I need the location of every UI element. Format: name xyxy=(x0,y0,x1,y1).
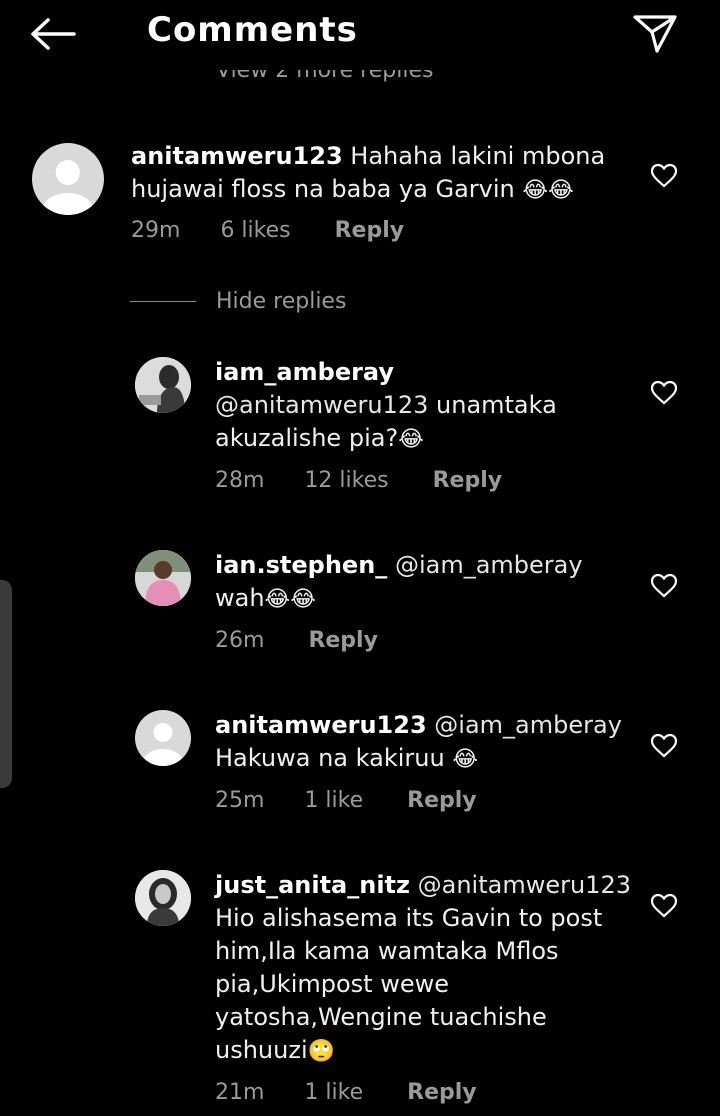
hide-replies-button[interactable]: Hide replies xyxy=(130,286,346,316)
heart-icon[interactable] xyxy=(650,572,678,600)
avatar-image xyxy=(135,550,191,606)
avatar[interactable] xyxy=(135,710,191,766)
divider xyxy=(130,300,196,302)
comment-meta: 29m 6 likes Reply xyxy=(131,218,404,243)
comment-meta: 26m Reply xyxy=(215,628,378,653)
avatar[interactable] xyxy=(135,550,191,606)
heart-icon[interactable] xyxy=(650,379,678,407)
reply-button[interactable]: Reply xyxy=(407,1080,477,1105)
avatar[interactable] xyxy=(32,143,104,215)
view-more-replies-link[interactable]: View 2 more replies xyxy=(216,70,476,92)
comment-text: anitamweru123 Hahaha lakini mbona hujawa… xyxy=(131,140,611,207)
likes-count[interactable]: 12 likes xyxy=(304,468,388,493)
avatar-image xyxy=(135,357,191,413)
header-bar: Comments xyxy=(0,0,720,68)
avatar-image xyxy=(135,870,191,926)
heart-icon[interactable] xyxy=(650,732,678,760)
comment-meta: 21m 1 like Reply xyxy=(215,1080,477,1105)
avatar[interactable] xyxy=(135,870,191,926)
comment-body: Hio alishasema its Gavin to post him,Ila… xyxy=(215,904,603,1064)
comment-username[interactable]: iam_amberay xyxy=(215,356,615,389)
comment-text: anitamweru123 @iam_amberay Hakuwa na kak… xyxy=(215,709,625,776)
comment-text: iam_amberay @anitamweru123 unamtaka akuz… xyxy=(215,356,615,456)
comment-username[interactable]: anitamweru123 xyxy=(215,711,427,739)
edge-panel-handle[interactable] xyxy=(0,580,12,788)
comment-text: just_anita_nitz @anitamweru123 Hio alish… xyxy=(215,869,631,1068)
comment-username[interactable]: anitamweru123 xyxy=(131,142,343,170)
comment-time: 26m xyxy=(215,628,265,653)
comment-username[interactable]: ian.stephen_ xyxy=(215,551,387,579)
comment-username[interactable]: just_anita_nitz xyxy=(215,871,410,899)
heart-icon[interactable] xyxy=(650,162,678,190)
likes-count[interactable]: 1 like xyxy=(304,1080,363,1105)
avatar[interactable] xyxy=(135,357,191,413)
emoji: 😂😂 xyxy=(264,587,316,612)
emoji: 😂 xyxy=(452,747,479,772)
comment-time: 25m xyxy=(215,788,265,813)
mention-link[interactable]: @iam_amberay xyxy=(395,551,583,579)
send-icon xyxy=(633,15,677,53)
emoji: 😂 xyxy=(398,427,424,452)
heart-icon[interactable] xyxy=(650,892,678,920)
comment-time: 21m xyxy=(215,1080,265,1105)
comment-body: wah xyxy=(215,584,265,612)
reply-button[interactable]: Reply xyxy=(433,468,503,493)
back-arrow-icon xyxy=(31,18,76,50)
mention-link[interactable]: @iam_amberay xyxy=(434,711,622,739)
send-button[interactable] xyxy=(630,10,680,58)
comment-time: 28m xyxy=(215,468,265,493)
emoji: 😂😂 xyxy=(522,178,574,203)
comment-meta: 28m 12 likes Reply xyxy=(215,468,502,493)
reply-button[interactable]: Reply xyxy=(335,218,405,243)
comment-meta: 25m 1 like Reply xyxy=(215,788,477,813)
likes-count[interactable]: 1 like xyxy=(304,788,363,813)
mention-link[interactable]: @anitamweru123 xyxy=(418,871,631,899)
comment-text: ian.stephen_ @iam_amberay wah😂😂 xyxy=(215,549,615,616)
page-title: Comments xyxy=(147,10,358,50)
comment-body: Hakuwa na kakiruu xyxy=(215,744,445,772)
mention-link[interactable]: @anitamweru123 xyxy=(215,391,428,419)
comment-time: 29m xyxy=(131,218,181,243)
reply-button[interactable]: Reply xyxy=(407,788,477,813)
back-button[interactable] xyxy=(28,12,84,56)
emoji: 🙄 xyxy=(307,1039,336,1064)
likes-count[interactable]: 6 likes xyxy=(220,218,290,243)
reply-button[interactable]: Reply xyxy=(308,628,378,653)
